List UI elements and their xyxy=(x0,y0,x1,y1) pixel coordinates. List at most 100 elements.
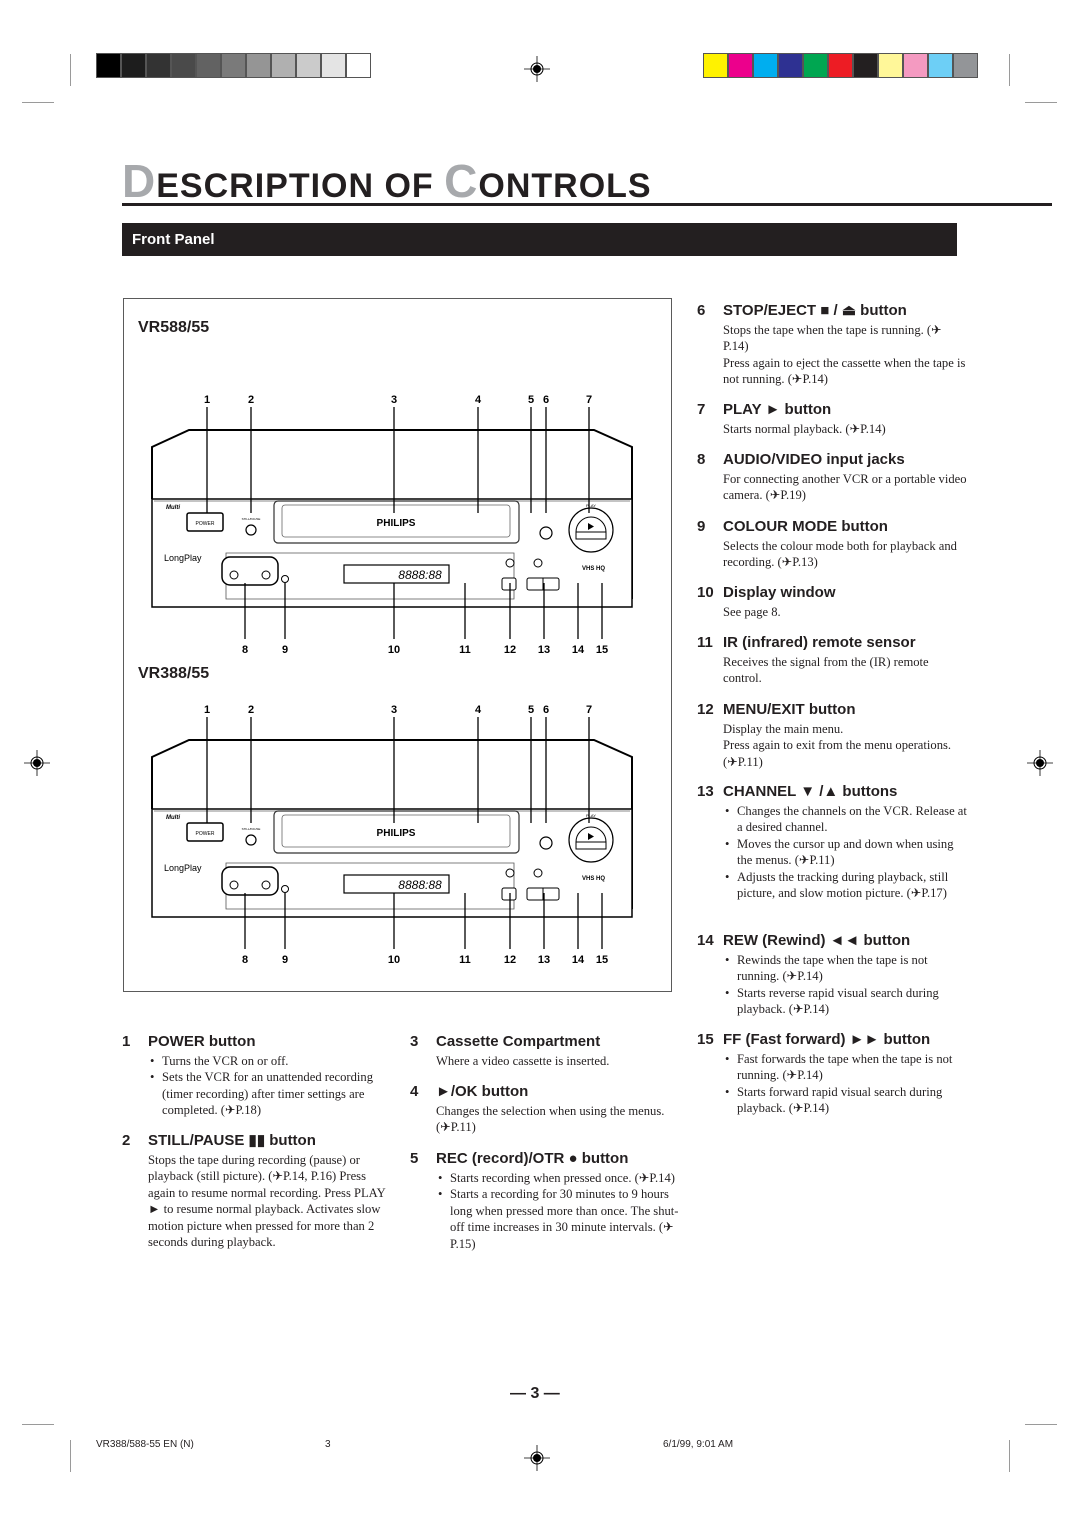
footer-sheet: 3 xyxy=(325,1439,331,1450)
brand-logo: PHILIPS xyxy=(377,518,416,529)
control-title: POWER button xyxy=(148,1033,256,1050)
color-swatch xyxy=(322,54,347,77)
callout-number: 11 xyxy=(459,644,471,656)
bullet-item: Adjusts the tracking during playback, st… xyxy=(723,869,967,902)
control-heading: 2 STILL/PAUSE ▮▮ button xyxy=(122,1132,392,1150)
callout-number: 13 xyxy=(538,644,550,656)
control-title: CHANNEL ▼ /▲ buttons xyxy=(723,783,898,800)
still-pause-button xyxy=(245,834,257,846)
control-number: 8 xyxy=(697,451,706,468)
title-text: ONTROLS xyxy=(478,167,652,205)
color-swatch xyxy=(754,54,779,77)
control-title: REC (record)/OTR ● button xyxy=(436,1150,629,1167)
control-description-2: 2 STILL/PAUSE ▮▮ button Stops the tape dur… xyxy=(122,1132,392,1250)
ok-button xyxy=(505,558,515,568)
control-number: 2 xyxy=(122,1132,131,1149)
control-title: AUDIO/VIDEO input jacks xyxy=(723,451,905,468)
control-description-7: 7 PLAY ► button Starts normal playback. (✈… xyxy=(697,401,967,437)
audio-jack xyxy=(261,570,271,580)
color-swatch xyxy=(804,54,829,77)
callout-number: 11 xyxy=(459,954,471,966)
control-title: ►/OK button xyxy=(436,1083,529,1100)
crop-mark xyxy=(70,1440,71,1472)
colour-mode-button xyxy=(281,885,289,893)
play-label: PLAY xyxy=(586,503,596,508)
color-swatch xyxy=(247,54,272,77)
color-swatch xyxy=(122,54,147,77)
control-number: 15 xyxy=(697,1031,714,1048)
crop-mark xyxy=(1025,102,1057,103)
callout-number: 15 xyxy=(596,954,608,966)
video-jack xyxy=(229,570,239,580)
control-text: Stops the tape during recording (pause) … xyxy=(148,1153,386,1250)
callout-number: 9 xyxy=(282,954,288,966)
menu-exit-button xyxy=(501,577,517,591)
color-swatch xyxy=(172,54,197,77)
video-jack xyxy=(229,880,239,890)
control-heading: 15 FF (Fast forward) ►► button xyxy=(697,1031,967,1049)
control-description-1: 1 POWER button Turns the VCR on or off.Set… xyxy=(122,1033,392,1119)
stop-eject-button xyxy=(539,836,553,850)
callout-number: 10 xyxy=(388,644,400,656)
av-jack-panel xyxy=(221,866,279,896)
control-description-6: 6 STOP/EJECT ■ / ⏏ button Stops the tape w… xyxy=(697,302,967,388)
control-description-10: 10 Display window See page 8. xyxy=(697,584,967,620)
front-panel-figure: VR588/55 VR388/55 PHILIPS POWER Multi LongP… xyxy=(123,298,672,992)
bullet-item: Starts reverse rapid visual search durin… xyxy=(723,985,967,1018)
color-swatch xyxy=(829,54,854,77)
color-swatch xyxy=(904,54,929,77)
bullet-item: Starts forward rapid visual search durin… xyxy=(723,1084,967,1117)
control-title: IR (infrared) remote sensor xyxy=(723,634,916,651)
crop-mark xyxy=(70,54,71,86)
control-title: STOP/EJECT ■ / ⏏ button xyxy=(723,302,907,319)
control-number: 12 xyxy=(697,701,714,718)
callout-number: 5 xyxy=(528,704,534,716)
control-number: 11 xyxy=(697,634,713,651)
page-number: — 3 — xyxy=(510,1385,560,1402)
callout-number: 15 xyxy=(596,644,608,656)
rec-otr-button xyxy=(533,558,543,568)
control-description-12: 12 MENU/EXIT button Display the main menu.… xyxy=(697,701,967,770)
callout-number: 3 xyxy=(391,704,397,716)
bullet-item: Starts a recording for 30 minutes to 9 h… xyxy=(436,1186,680,1252)
crop-mark xyxy=(22,102,54,103)
multi-logo: Multi xyxy=(166,505,180,511)
control-heading: 14 REW (Rewind) ◄◄ button xyxy=(697,932,967,950)
title-initial: D xyxy=(122,155,157,207)
callout-number: 8 xyxy=(242,644,248,656)
av-jack-panel xyxy=(221,556,279,586)
callout-number: 8 xyxy=(242,954,248,966)
registration-mark-icon xyxy=(1027,750,1053,776)
control-description-14: 14 REW (Rewind) ◄◄ button Rewinds the tape… xyxy=(697,932,967,1018)
callout-number: 14 xyxy=(572,954,585,966)
color-swatch xyxy=(222,54,247,77)
control-heading: 13 CHANNEL ▼ /▲ buttons xyxy=(697,783,967,801)
menu-exit-button xyxy=(501,887,517,901)
rec-otr-button xyxy=(533,868,543,878)
vcr-illustration: PHILIPSPOWERMultiLongPlaySTILL/PAUSE8888… xyxy=(151,394,633,966)
color-swatch xyxy=(197,54,222,77)
control-number: 6 xyxy=(697,302,706,319)
control-text: Where a video cassette is inserted. xyxy=(436,1054,610,1068)
callout-number: 5 xyxy=(528,394,534,406)
control-heading: 3 Cassette Compartment xyxy=(410,1033,680,1051)
brand-logo: PHILIPS xyxy=(377,828,416,839)
color-swatch xyxy=(854,54,879,77)
audio-jack xyxy=(261,880,271,890)
callout-number: 6 xyxy=(543,394,549,406)
control-title: MENU/EXIT button xyxy=(723,701,856,718)
bullet-item: Sets the VCR for an unattended recording… xyxy=(148,1069,392,1118)
control-bullets: Turns the VCR on or off.Sets the VCR for… xyxy=(148,1053,392,1119)
control-number: 9 xyxy=(697,518,706,535)
still-pause-label: STILL/PAUSE xyxy=(242,827,261,831)
longplay-logo: LongPlay xyxy=(164,553,202,563)
color-swatch-bar xyxy=(703,53,978,78)
still-pause-button xyxy=(245,524,257,536)
control-title: STILL/PAUSE ▮▮ button xyxy=(148,1132,316,1149)
colour-mode-button xyxy=(281,575,289,583)
callout-number: 3 xyxy=(391,394,397,406)
color-swatch xyxy=(954,54,977,77)
control-number: 13 xyxy=(697,783,714,800)
bullet-item: Moves the cursor up and down when using … xyxy=(723,836,967,869)
control-description-9: 9 COLOUR MODE button Selects the colour mo… xyxy=(697,518,967,571)
